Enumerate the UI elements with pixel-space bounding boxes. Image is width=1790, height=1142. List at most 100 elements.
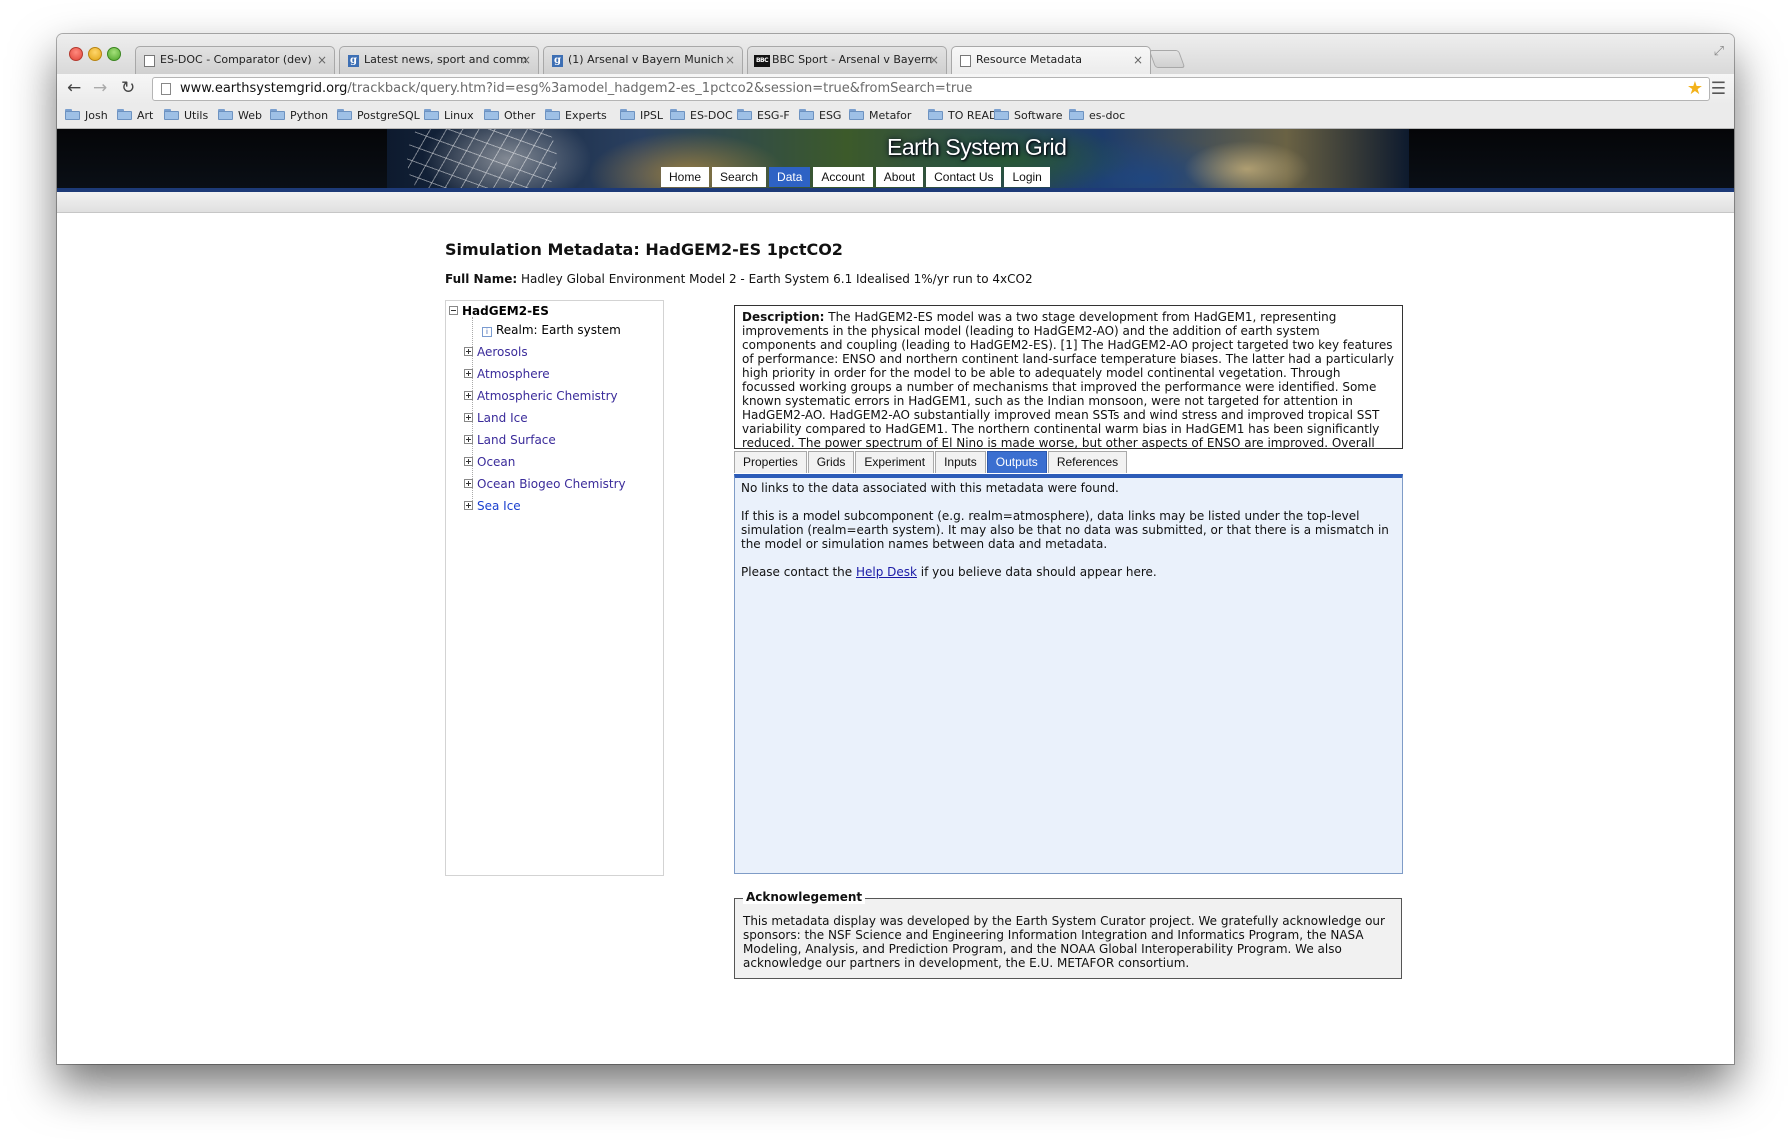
close-icon[interactable]: ×: [521, 47, 531, 73]
tree-item-sea-ice[interactable]: Sea Ice: [464, 498, 521, 514]
bookmark-esg[interactable]: ESG: [799, 104, 841, 128]
tree-item-ocean[interactable]: Ocean: [464, 454, 515, 470]
expand-icon[interactable]: [464, 347, 473, 356]
tree-item-label[interactable]: Aerosols: [477, 345, 528, 359]
bookmark-art[interactable]: Art: [117, 104, 153, 128]
folder-icon: [218, 109, 233, 120]
browser-tab[interactable]: g (1) Arsenal v Bayern Munich ×: [543, 46, 743, 74]
bookmark-postgresql[interactable]: PostgreSQL: [337, 104, 420, 128]
close-icon[interactable]: ×: [317, 47, 327, 73]
bookmark-label: TO READ: [948, 109, 998, 122]
folder-icon: [670, 109, 685, 120]
nav-login[interactable]: Login: [1004, 167, 1050, 187]
tab-inputs[interactable]: Inputs: [935, 451, 986, 473]
outputs-panel: No links to the data associated with thi…: [734, 474, 1403, 874]
folder-icon: [620, 109, 635, 120]
folder-icon: [65, 109, 80, 120]
tree-item-atmosphere[interactable]: Atmosphere: [464, 366, 550, 382]
bookmark-label: ESG-F: [757, 109, 790, 122]
expand-icon[interactable]: [464, 479, 473, 488]
bookmark-python[interactable]: Python: [270, 104, 328, 128]
tab-outputs[interactable]: Outputs: [986, 451, 1047, 473]
tab-title: ES-DOC - Comparator (dev): [160, 53, 312, 66]
help-desk-link[interactable]: Help Desk: [856, 565, 917, 579]
folder-icon: [164, 109, 179, 120]
expand-icon[interactable]: [464, 391, 473, 400]
bookmark-es-doc[interactable]: es-doc: [1069, 104, 1125, 128]
nav-about[interactable]: About: [875, 167, 924, 187]
tab-experiment[interactable]: Experiment: [855, 451, 935, 473]
tree-item-land-surface[interactable]: Land Surface: [464, 432, 556, 448]
close-icon[interactable]: ×: [725, 47, 735, 73]
full-name-label: Full Name:: [445, 272, 518, 286]
expand-icon[interactable]: [464, 435, 473, 444]
tab-references[interactable]: References: [1047, 451, 1128, 473]
browser-window: ES-DOC - Comparator (dev) × g Latest new…: [57, 34, 1734, 1064]
tree-item-label[interactable]: Land Ice: [477, 411, 528, 425]
bookmark-experts[interactable]: Experts: [545, 104, 607, 128]
folder-icon: [928, 109, 943, 120]
back-arrow-icon[interactable]: ←: [67, 78, 81, 98]
nav-search[interactable]: Search: [712, 167, 767, 187]
folder-icon: [799, 109, 814, 120]
expand-icon[interactable]: [464, 501, 473, 510]
bookmark-ipsl[interactable]: IPSL: [620, 104, 663, 128]
tree-item-label[interactable]: Atmospheric Chemistry: [477, 389, 618, 403]
forward-arrow-icon[interactable]: →: [93, 78, 107, 98]
close-icon[interactable]: ×: [1133, 47, 1143, 73]
tree-item-label[interactable]: Land Surface: [477, 433, 556, 447]
zoom-window-button[interactable]: [107, 47, 121, 61]
tree-item-label[interactable]: Ocean: [477, 455, 515, 469]
bookmark-to-read[interactable]: TO READ: [928, 104, 997, 128]
nav-contact-us[interactable]: Contact Us: [926, 167, 1002, 187]
browser-tab[interactable]: ES-DOC - Comparator (dev) ×: [135, 46, 335, 74]
tree-item-label[interactable]: Ocean Biogeo Chemistry: [477, 477, 626, 491]
browser-tab-active[interactable]: Resource Metadata ×: [951, 46, 1151, 74]
new-tab-button[interactable]: [1148, 50, 1186, 68]
bookmark-utils[interactable]: Utils: [164, 104, 208, 128]
tree-item-land-ice[interactable]: Land Ice: [464, 410, 528, 426]
folder-icon: [484, 109, 499, 120]
bookmark-other[interactable]: Other: [484, 104, 535, 128]
collapse-icon[interactable]: [449, 306, 458, 315]
tab-properties[interactable]: Properties: [734, 451, 807, 473]
address-bar[interactable]: www.earthsystemgrid.org/trackback/query.…: [152, 77, 1710, 101]
close-icon[interactable]: ×: [929, 47, 939, 73]
tree-item-label[interactable]: Atmosphere: [477, 367, 550, 381]
menu-icon[interactable]: ☰: [1711, 79, 1726, 99]
fullscreen-icon[interactable]: ⤢: [1714, 44, 1724, 59]
tree-item-ocean-biogeo-chemistry[interactable]: Ocean Biogeo Chemistry: [464, 476, 626, 492]
expand-icon[interactable]: [464, 457, 473, 466]
tab-strip: ES-DOC - Comparator (dev) × g Latest new…: [57, 34, 1734, 74]
expand-icon[interactable]: [464, 369, 473, 378]
tree-realm[interactable]: i Realm: Earth system: [482, 322, 621, 338]
tree-item-atmospheric-chemistry[interactable]: Atmospheric Chemistry: [464, 388, 618, 404]
acknowledgement-legend: Acknowlegement: [743, 890, 866, 904]
bookmark-es-doc[interactable]: ES-DOC: [670, 104, 733, 128]
nav-home[interactable]: Home: [661, 167, 710, 187]
tree-root[interactable]: HadGEM2-ES: [449, 303, 549, 319]
bookmark-linux[interactable]: Linux: [424, 104, 474, 128]
browser-tab[interactable]: BBC BBC Sport - Arsenal v Bayern ×: [747, 46, 947, 74]
folder-icon: [849, 109, 864, 120]
bookmark-metafor[interactable]: Metafor: [849, 104, 911, 128]
folder-icon: [117, 109, 132, 120]
url-text[interactable]: www.earthsystemgrid.org/trackback/query.…: [180, 78, 972, 100]
nav-data[interactable]: Data: [769, 167, 811, 187]
nav-account[interactable]: Account: [813, 167, 873, 187]
bookmark-web[interactable]: Web: [218, 104, 262, 128]
contact-message: Please contact the Help Desk if you beli…: [741, 565, 1396, 579]
folder-icon: [994, 109, 1009, 120]
reload-icon[interactable]: ↻: [121, 78, 135, 98]
expand-icon[interactable]: [464, 413, 473, 422]
tab-grids[interactable]: Grids: [807, 451, 855, 473]
bookmark-josh[interactable]: Josh: [65, 104, 108, 128]
bookmark-software[interactable]: Software: [994, 104, 1063, 128]
minimize-window-button[interactable]: [88, 47, 102, 61]
browser-tab[interactable]: g Latest news, sport and comm ×: [339, 46, 539, 74]
bookmark-esg-f[interactable]: ESG-F: [737, 104, 790, 128]
tree-item-aerosols[interactable]: Aerosols: [464, 344, 528, 360]
bookmark-star-icon[interactable]: ★: [1687, 78, 1703, 100]
tree-item-label[interactable]: Sea Ice: [477, 499, 521, 513]
close-window-button[interactable]: [69, 47, 83, 61]
